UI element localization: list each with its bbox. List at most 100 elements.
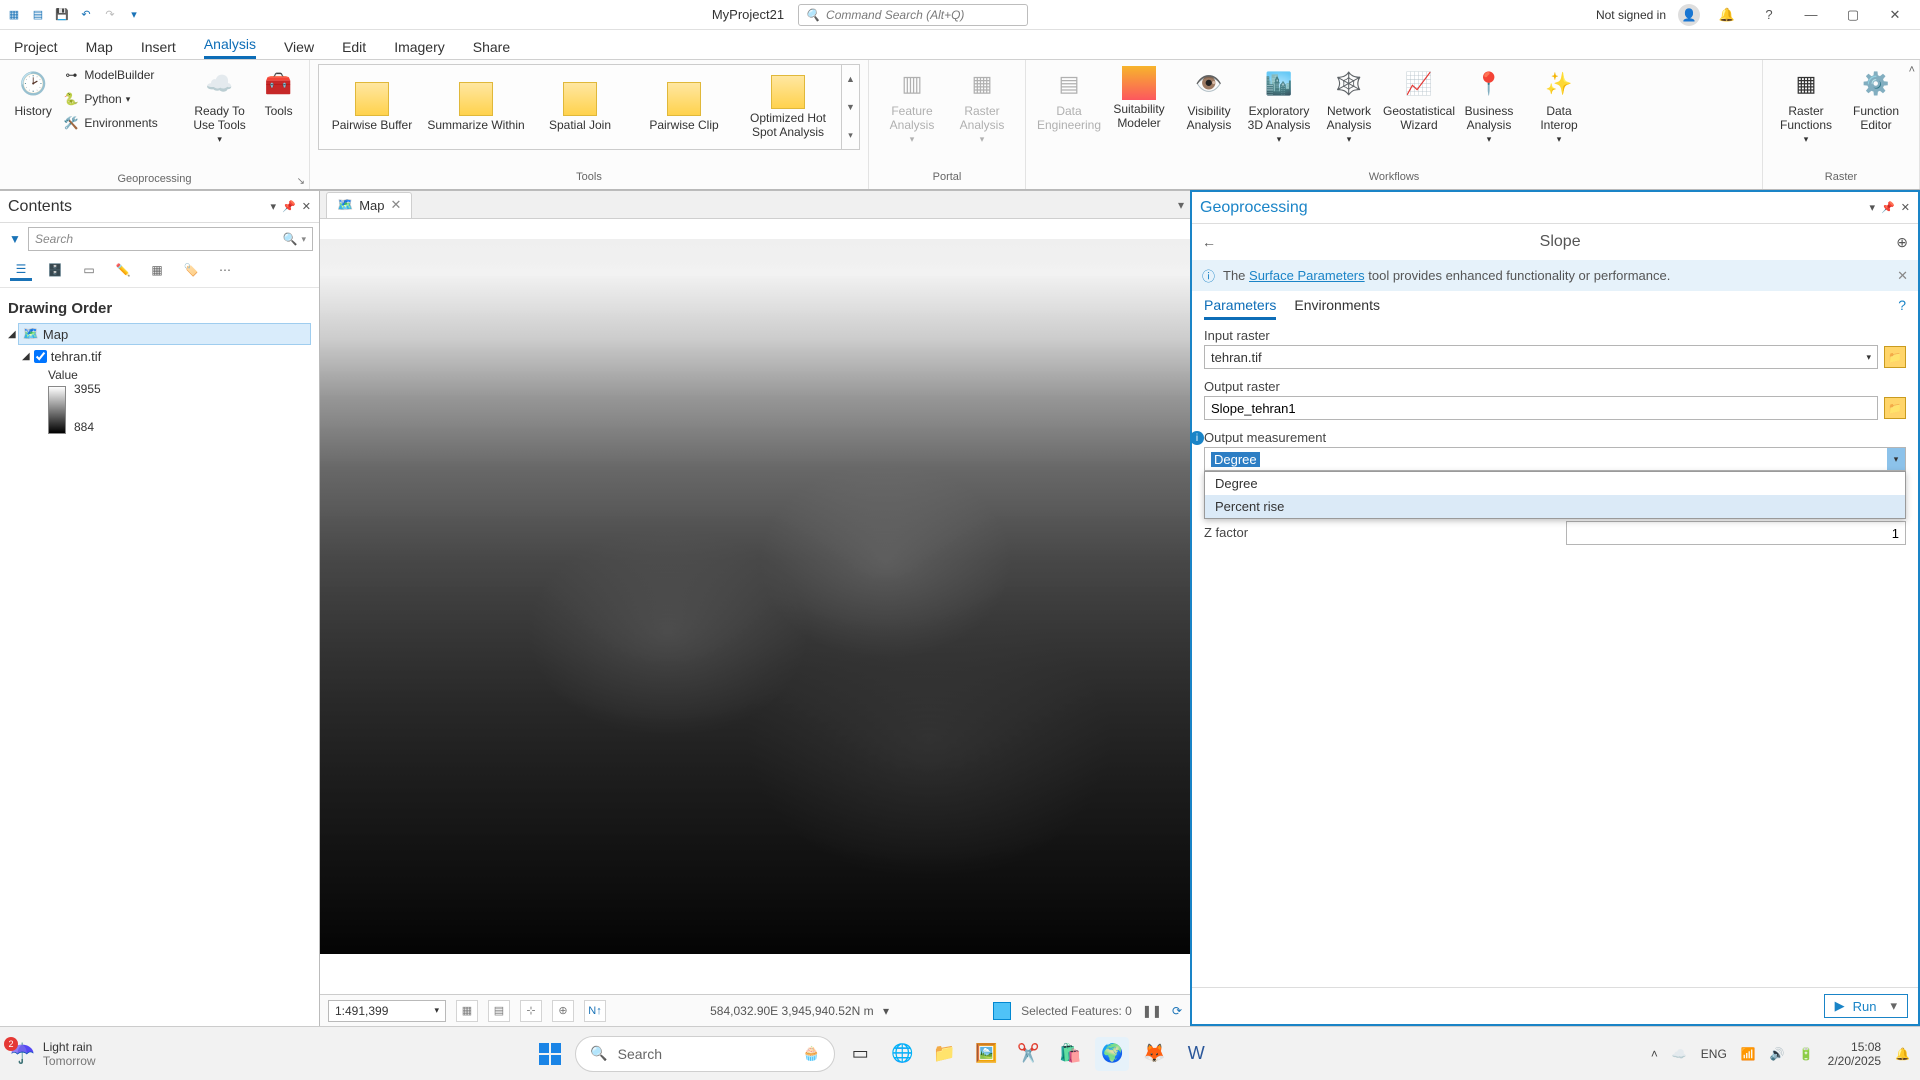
list-by-drawing-order-icon[interactable]: ☰ (10, 259, 32, 281)
collapse-map-icon[interactable]: ◢ (8, 329, 16, 340)
constraint-icon[interactable]: ▦ (456, 1000, 478, 1022)
map-canvas[interactable] (320, 219, 1190, 994)
gallery-pairwise-buffer[interactable]: Pairwise Buffer (323, 82, 421, 132)
gallery-down-icon[interactable]: ▼ (842, 93, 859, 121)
tab-environments[interactable]: Environments (1294, 297, 1380, 320)
weather-widget[interactable]: ☂️2 Light rain Tomorrow (10, 1040, 96, 1068)
minimize-button[interactable]: — (1796, 3, 1826, 27)
dismiss-info-icon[interactable]: ✕ (1897, 268, 1908, 284)
map-node[interactable]: 🗺️ Map (18, 323, 311, 345)
surface-parameters-link[interactable]: Surface Parameters (1249, 268, 1365, 283)
notifications-tray-icon[interactable]: 🔔 (1895, 1047, 1910, 1061)
more-tabs-icon[interactable]: ⋯ (214, 259, 236, 281)
business-analysis-button[interactable]: 📍Business Analysis▾ (1454, 64, 1524, 147)
pin-icon[interactable]: 📌 (1881, 201, 1895, 214)
layer-node-tehran[interactable]: ◢ tehran.tif (8, 345, 311, 368)
filter-icon[interactable]: ▼ (6, 230, 24, 248)
tab-parameters[interactable]: Parameters (1204, 297, 1276, 320)
ribbon-tab-map[interactable]: Map (86, 39, 113, 59)
ribbon-tab-project[interactable]: Project (14, 39, 58, 59)
signin-label[interactable]: Not signed in (1596, 8, 1666, 22)
help-icon[interactable]: ? (1754, 3, 1784, 27)
contents-search-input[interactable]: Search 🔍 ▾ (28, 227, 313, 251)
ribbon-tab-edit[interactable]: Edit (342, 39, 366, 59)
list-by-snapping-icon[interactable]: ▦ (146, 259, 168, 281)
network-analysis-button[interactable]: 🕸️Network Analysis▾ (1314, 64, 1384, 147)
option-degree[interactable]: Degree (1205, 472, 1905, 495)
ribbon-tab-share[interactable]: Share (473, 39, 510, 59)
close-icon[interactable]: ✕ (1901, 201, 1910, 214)
ribbon-tab-imagery[interactable]: Imagery (394, 39, 445, 59)
ribbon-tab-insert[interactable]: Insert (141, 39, 176, 59)
snapping-icon[interactable]: ⊹ (520, 1000, 542, 1022)
list-by-labeling-icon[interactable]: 🏷️ (180, 259, 202, 281)
list-by-selection-icon[interactable]: ▭ (78, 259, 100, 281)
geostatistical-wizard-button[interactable]: 📈Geostatistical Wizard (1384, 64, 1454, 147)
arcgis-pro-icon[interactable]: 🌍 (1095, 1037, 1129, 1071)
modelbuilder-button[interactable]: ⊶ModelBuilder (62, 64, 183, 86)
tray-overflow-icon[interactable]: ˄ (1651, 1047, 1658, 1061)
output-raster-input[interactable] (1204, 396, 1878, 420)
gallery-summarize-within[interactable]: Summarize Within (427, 82, 525, 132)
open-project-icon[interactable]: ▤ (28, 5, 48, 25)
north-icon[interactable]: N↑ (584, 1000, 606, 1022)
language-indicator[interactable]: ENG (1701, 1047, 1727, 1061)
option-percent-rise[interactable]: Percent rise (1205, 495, 1905, 518)
input-raster-combo[interactable]: tehran.tif ▾ (1204, 345, 1878, 369)
snipping-tool-icon[interactable]: ✂️ (1011, 1037, 1045, 1071)
suitability-modeler-button[interactable]: Suitability Modeler (1104, 64, 1174, 147)
wifi-icon[interactable]: 📶 (1741, 1047, 1756, 1061)
dynamic-constraints-icon[interactable]: ⊕ (552, 1000, 574, 1022)
pause-icon[interactable]: ❚❚ (1142, 1004, 1162, 1018)
layer-visibility-checkbox[interactable] (34, 350, 47, 363)
gallery-spatial-join[interactable]: Spatial Join (531, 82, 629, 132)
edge-icon[interactable]: 🌐 (885, 1037, 919, 1071)
close-button[interactable]: ✕ (1880, 3, 1910, 27)
tool-help-icon[interactable]: ? (1898, 297, 1906, 320)
tab-dropdown-icon[interactable]: ▾ (1178, 198, 1184, 212)
browse-input-button[interactable]: 📁 (1884, 346, 1906, 368)
start-button[interactable] (533, 1037, 567, 1071)
gallery-up-icon[interactable]: ▲ (842, 65, 859, 93)
close-tab-icon[interactable]: ✕ (390, 197, 401, 213)
back-icon[interactable]: ← (1202, 234, 1224, 250)
gallery-hotspot[interactable]: Optimized Hot Spot Analysis (739, 75, 837, 139)
list-by-source-icon[interactable]: 🗄️ (44, 259, 66, 281)
browse-output-button[interactable]: 📁 (1884, 397, 1906, 419)
gallery-pairwise-clip[interactable]: Pairwise Clip (635, 82, 733, 132)
function-editor-button[interactable]: ⚙️Function Editor (1841, 64, 1911, 147)
chevron-down-icon[interactable]: ▾ (1870, 201, 1876, 214)
refresh-icon[interactable]: ⟳ (1172, 1004, 1182, 1018)
command-search-input[interactable]: 🔍 Command Search (Alt+Q) (798, 4, 1028, 26)
new-project-icon[interactable]: ▦ (4, 5, 24, 25)
python-button[interactable]: 🐍Python▾ (62, 88, 183, 110)
qat-dropdown-icon[interactable]: ▾ (124, 5, 144, 25)
zfactor-input[interactable] (1566, 521, 1906, 545)
chevron-down-icon[interactable]: ▾ (883, 1004, 889, 1018)
redo-icon[interactable]: ↷ (100, 5, 120, 25)
task-view-icon[interactable]: ▭ (843, 1037, 877, 1071)
exploratory-3d-button[interactable]: 🏙️Exploratory 3D Analysis▾ (1244, 64, 1314, 147)
visibility-analysis-button[interactable]: 👁️Visibility Analysis (1174, 64, 1244, 147)
raster-functions-button[interactable]: ▦Raster Functions▾ (1771, 64, 1841, 147)
data-interop-button[interactable]: ✨Data Interop▾ (1524, 64, 1594, 147)
user-icon[interactable]: 👤 (1678, 4, 1700, 26)
run-button[interactable]: ▶ Run ▾ (1824, 994, 1908, 1018)
chevron-down-icon[interactable]: ▾ (271, 200, 277, 213)
taskbar-search[interactable]: 🔍Search🧁 (575, 1036, 835, 1072)
map-scale-combo[interactable]: 1:491,399 ▾ (328, 1000, 446, 1022)
undo-icon[interactable]: ↶ (76, 5, 96, 25)
battery-icon[interactable]: 🔋 (1799, 1047, 1814, 1061)
ribbon-tab-analysis[interactable]: Analysis (204, 36, 256, 59)
output-measurement-combo[interactable]: Degree ▾ (1204, 447, 1906, 471)
store-icon[interactable]: 🛍️ (1053, 1037, 1087, 1071)
tools-button[interactable]: 🧰 Tools (256, 64, 301, 173)
onedrive-icon[interactable]: ☁️ (1672, 1047, 1687, 1061)
collapse-layer-icon[interactable]: ◢ (22, 351, 30, 362)
word-icon[interactable]: W (1179, 1037, 1213, 1071)
photos-icon[interactable]: 🖼️ (969, 1037, 1003, 1071)
history-button[interactable]: 🕑 History (8, 64, 58, 173)
add-to-model-icon[interactable]: ⊕ (1896, 234, 1908, 251)
gallery-expand-icon[interactable]: ▾ (842, 121, 859, 149)
firefox-icon[interactable]: 🦊 (1137, 1037, 1171, 1071)
